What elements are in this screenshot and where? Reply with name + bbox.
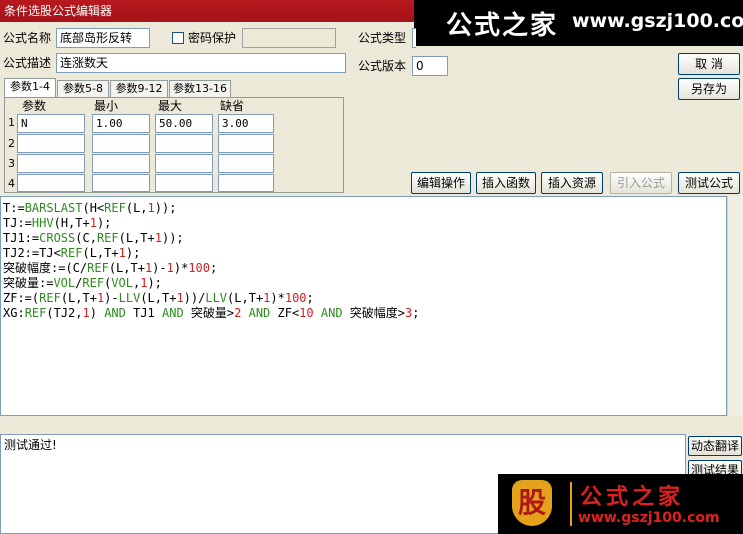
tab-params-1-4[interactable]: 参数1-4	[4, 78, 56, 98]
code-line: ZF:=(REF(L,T+1)-LLV(L,T+1))/LLV(L,T+1)*1…	[3, 291, 314, 305]
param-min-cell[interactable]	[92, 134, 150, 153]
code-line: TJ2:=TJ<REF(L,T+1);	[3, 246, 141, 260]
cancel-button[interactable]: 取 消	[678, 53, 740, 75]
editor-scrollbar[interactable]	[727, 196, 743, 416]
tab-params-9-12[interactable]: 参数9-12	[110, 80, 168, 98]
tab-params-13-16[interactable]: 参数13-16	[169, 80, 231, 98]
insert-resource-button[interactable]: 插入资源	[541, 172, 603, 194]
param-default-cell[interactable]	[218, 134, 274, 153]
param-row-number: 3	[8, 157, 15, 170]
param-min-cell[interactable]	[92, 154, 150, 173]
test-formula-button[interactable]: 测试公式	[678, 172, 740, 194]
param-max-cell[interactable]: 50.00	[155, 114, 213, 133]
watermark-url: www.gszj100.com	[578, 510, 720, 526]
save-as-button[interactable]: 另存为	[678, 78, 740, 100]
param-min-cell[interactable]: 1.00	[92, 114, 150, 133]
formula-desc-label: 公式描述	[3, 56, 52, 70]
param-max-cell[interactable]	[155, 174, 213, 192]
param-default-cell[interactable]	[218, 154, 274, 173]
param-row-number: 1	[8, 116, 15, 129]
tab-params-5-8[interactable]: 参数5-8	[57, 80, 109, 98]
formula-name-label: 公式名称	[3, 31, 52, 45]
formula-type-select[interactable]	[412, 28, 416, 48]
status-text: 测试通过!	[4, 438, 57, 452]
param-min-cell[interactable]	[92, 174, 150, 192]
code-line: T:=BARSLAST(H<REF(L,1));	[3, 201, 177, 215]
watermark-logo-bottom: 股 公式之家 www.gszj100.com	[498, 474, 743, 534]
password-checkbox[interactable]	[172, 32, 184, 44]
params-header-name: 参数	[22, 99, 47, 113]
import-formula-button[interactable]: 引入公式	[610, 172, 672, 194]
code-line: TJ1:=CROSS(C,REF(L,T+1));	[3, 231, 184, 245]
code-line: 突破幅度:=(C/REF(L,T+1)-1)*100;	[3, 261, 218, 275]
param-name-cell[interactable]	[17, 134, 85, 153]
param-name-cell[interactable]: N	[17, 114, 85, 133]
formula-desc-input[interactable]: 连涨数天	[56, 53, 346, 73]
param-max-cell[interactable]	[155, 154, 213, 173]
watermark-divider	[570, 482, 572, 526]
dynamic-translate-button[interactable]: 动态翻译	[688, 436, 742, 456]
formula-version-label: 公式版本	[358, 59, 407, 73]
param-row-number: 4	[8, 177, 15, 190]
watermark-brand: 公式之家	[446, 11, 559, 41]
stock-seal-icon: 股	[512, 480, 552, 526]
watermark-logo-top: 公式之家 www.gszj100.com	[414, 0, 743, 46]
formula-type-label: 公式类型	[358, 31, 407, 45]
password-label: 密码保护	[188, 31, 237, 45]
param-default-cell[interactable]	[218, 174, 274, 192]
password-input[interactable]	[242, 28, 336, 48]
code-line: TJ:=HHV(H,T+1);	[3, 216, 112, 230]
params-header-min: 最小	[94, 99, 119, 113]
insert-function-button[interactable]: 插入函数	[476, 172, 536, 194]
edit-operations-button[interactable]: 编辑操作	[411, 172, 471, 194]
formula-version-input[interactable]: 0	[412, 56, 448, 76]
params-header-default: 缺省	[220, 99, 245, 113]
param-max-cell[interactable]	[155, 134, 213, 153]
formula-name-input[interactable]: 底部岛形反转	[56, 28, 150, 48]
param-name-cell[interactable]	[17, 174, 85, 192]
param-default-cell[interactable]: 3.00	[218, 114, 274, 133]
param-name-cell[interactable]	[17, 154, 85, 173]
watermark-brand: 公式之家	[580, 485, 685, 510]
formula-code-editor[interactable]: T:=BARSLAST(H<REF(L,1)); TJ:=HHV(H,T+1); T…	[0, 196, 727, 416]
watermark-url: www.gszj100.com	[572, 10, 743, 32]
code-line: 突破量:=VOL/REF(VOL,1);	[3, 276, 162, 290]
params-header-max: 最大	[158, 99, 183, 113]
code-line: XG:REF(TJ2,1) AND TJ1 AND 突破量>2 AND ZF<1…	[3, 306, 420, 320]
param-row-number: 2	[8, 137, 15, 150]
